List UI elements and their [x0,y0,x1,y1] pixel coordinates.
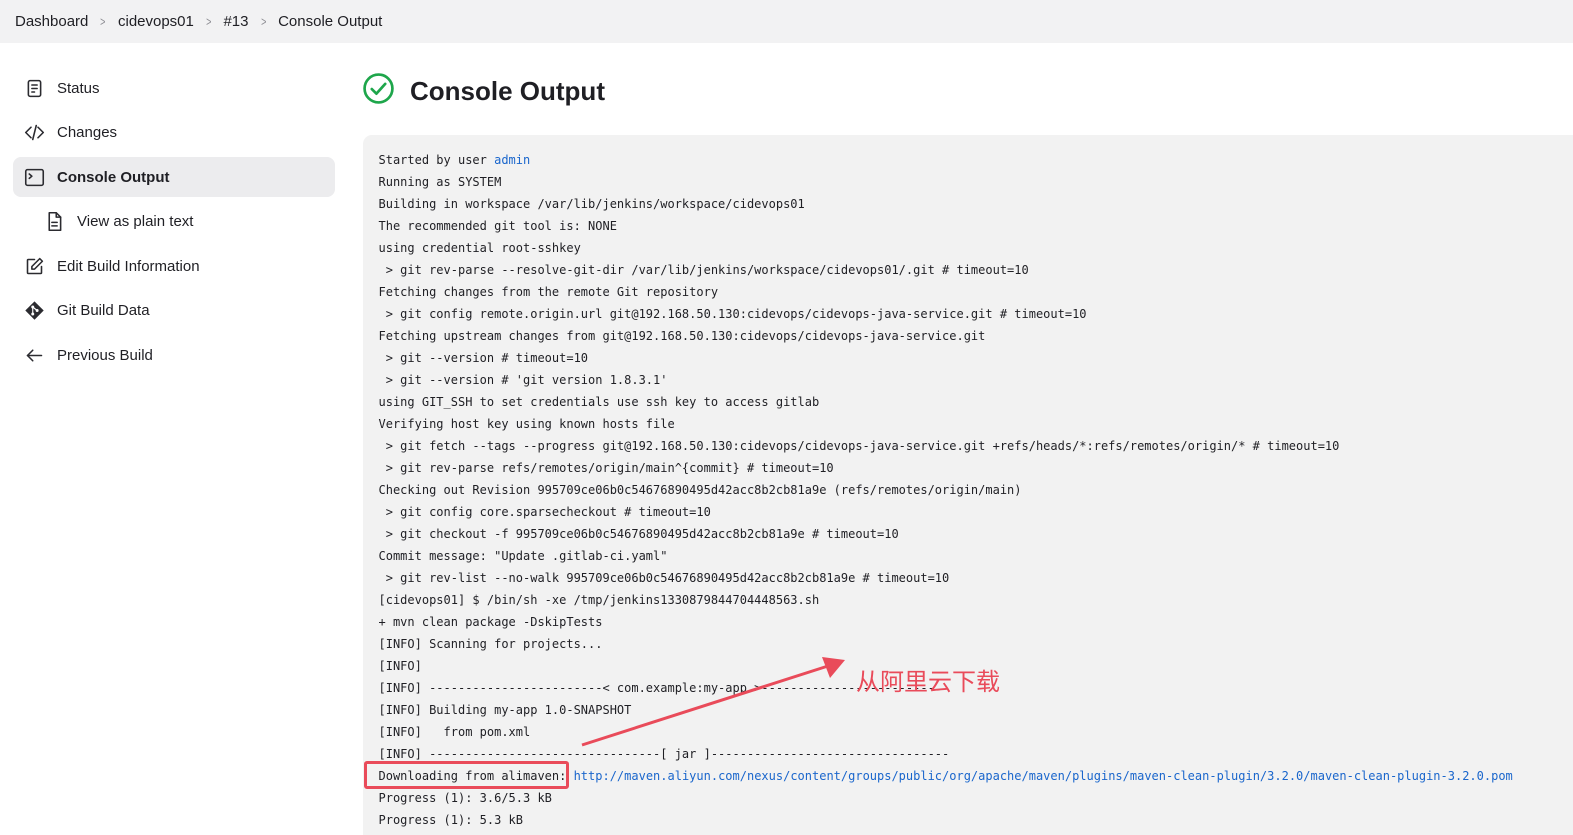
breadcrumb-dashboard[interactable]: Dashboard [15,13,88,30]
console-line: > git rev-parse --resolve-git-dir /var/l… [379,259,1573,281]
highlight-box [364,761,569,789]
sidebar-item-label: Console Output [57,169,170,186]
console-line: Commit message: "Update .gitlab-ci.yaml" [379,545,1573,567]
console-line: + mvn clean package -DskipTests [379,611,1573,633]
console-line: Building in workspace /var/lib/jenkins/w… [379,193,1573,215]
chevron-right-icon: > [101,14,106,29]
console-line: using credential root-sshkey [379,237,1573,259]
page-header: Console Output [362,72,605,110]
sidebar-item-console-output[interactable]: Console Output [13,157,335,197]
console-line: Progress (1): 3.6/5.3 kB [379,787,1573,809]
annotation-label: 从阿里云下载 [856,662,1000,697]
sidebar-item-label: Git Build Data [57,302,150,319]
breadcrumb-build[interactable]: #13 [223,13,248,30]
console-output-panel: Started by user admin Running as SYSTEMB… [363,135,1573,835]
sidebar-item-label: Edit Build Information [57,258,200,275]
breadcrumb-job[interactable]: cidevops01 [118,13,194,30]
sidebar-item-view-plain-text[interactable]: View as plain text [13,202,335,242]
page-title: Console Output [410,76,605,107]
chevron-right-icon: > [206,14,211,29]
console-line: Fetching upstream changes from git@192.1… [379,325,1573,347]
status-icon [23,77,45,99]
console-line: > git config remote.origin.url git@192.1… [379,303,1573,325]
sidebar-item-label: Changes [57,124,117,141]
document-icon [43,211,65,233]
edit-icon [23,255,45,277]
sidebar-item-git-build-data[interactable]: Git Build Data [13,291,335,331]
console-line: [INFO] Building my-app 1.0-SNAPSHOT [379,699,1573,721]
user-link[interactable]: admin [494,153,530,167]
console-line: > git fetch --tags --progress git@192.16… [379,435,1573,457]
console-line: > git config core.sparsecheckout # timeo… [379,501,1573,523]
console-line: The recommended git tool is: NONE [379,215,1573,237]
console-line: [INFO] from pom.xml [379,721,1573,743]
console-line: > git --version # 'git version 1.8.3.1' [379,369,1573,391]
breadcrumb: Dashboard > cidevops01 > #13 > Console O… [0,0,1573,43]
console-line: > git rev-parse refs/remotes/origin/main… [379,457,1573,479]
sidebar-item-label: Previous Build [57,347,153,364]
download-url-link[interactable]: http://maven.aliyun.com/nexus/content/gr… [574,769,1513,783]
sidebar-item-previous-build[interactable]: Previous Build [13,335,335,375]
console-line: > git --version # timeout=10 [379,347,1573,369]
sidebar: Status Changes Console Output View as pl… [13,68,335,380]
console-line: Progress (1): 5.3 kB [379,809,1573,831]
terminal-icon [23,166,45,188]
console-line: Fetching changes from the remote Git rep… [379,281,1573,303]
console-line: using GIT_SSH to set credentials use ssh… [379,391,1573,413]
success-check-icon [362,72,395,110]
sidebar-item-edit-build-information[interactable]: Edit Build Information [13,246,335,286]
console-line: [cidevops01] $ /bin/sh -xe /tmp/jenkins1… [379,589,1573,611]
arrow-left-icon [23,344,45,366]
console-line: Verifying host key using known hosts fil… [379,413,1573,435]
console-line: Started by user admin [379,149,1573,171]
breadcrumb-console-output[interactable]: Console Output [278,13,382,30]
console-line: [INFO] Scanning for projects... [379,633,1573,655]
console-line: Checking out Revision 995709ce06b0c54676… [379,479,1573,501]
sidebar-item-changes[interactable]: Changes [13,113,335,153]
console-text: Started by user [379,153,495,167]
console-line: Running as SYSTEM [379,171,1573,193]
console-line: > git rev-list --no-walk 995709ce06b0c54… [379,567,1573,589]
code-icon [23,122,45,144]
console-lines-after: Progress (1): 3.6/5.3 kBProgress (1): 5.… [379,787,1573,831]
chevron-right-icon: > [261,14,266,29]
console-line: > git checkout -f 995709ce06b0c546768904… [379,523,1573,545]
sidebar-item-status[interactable]: Status [13,68,335,108]
sidebar-item-label: Status [57,80,100,97]
git-icon [23,300,45,322]
sidebar-item-label: View as plain text [77,213,193,230]
